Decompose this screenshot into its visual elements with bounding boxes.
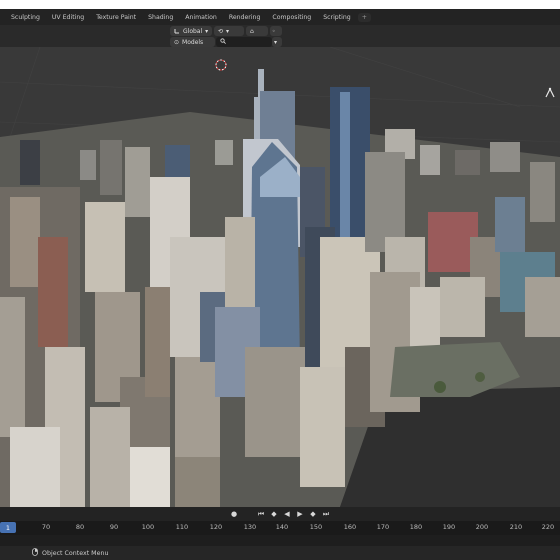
- tab-shading[interactable]: Shading: [143, 12, 178, 23]
- 3d-cursor: [215, 59, 227, 71]
- frame-tick: 210: [509, 523, 523, 531]
- frame-ruler[interactable]: 60 70 80 90 100 110 120 130 140 150 160 …: [0, 521, 560, 535]
- jump-to-keyframe-next-button[interactable]: ◆: [308, 510, 318, 519]
- tab-scripting[interactable]: Scripting: [318, 12, 356, 23]
- pivot-icon: ⟲: [218, 27, 224, 35]
- frame-tick: 130: [243, 523, 257, 531]
- frame-tick: 80: [75, 523, 85, 531]
- mouse-right-icon: [32, 548, 38, 558]
- collection-label: Models: [182, 38, 204, 46]
- filter-dropdown[interactable]: ▾: [272, 37, 282, 47]
- tab-rendering[interactable]: Rendering: [224, 12, 266, 23]
- tab-sculpting[interactable]: Sculpting: [6, 12, 45, 23]
- window-top-strip: [0, 0, 560, 9]
- tab-animation[interactable]: Animation: [180, 12, 222, 23]
- current-frame-indicator[interactable]: 1: [0, 522, 16, 533]
- orientation-icon: [174, 28, 180, 34]
- chevron-down-icon: ▾: [205, 27, 209, 35]
- search-icon: [220, 38, 226, 46]
- add-workspace-button[interactable]: +: [357, 12, 371, 22]
- frame-tick: 170: [376, 523, 390, 531]
- tab-uv-editing[interactable]: UV Editing: [47, 12, 89, 23]
- jump-to-end-button[interactable]: ⏭: [321, 510, 331, 519]
- tab-compositing[interactable]: Compositing: [267, 12, 316, 23]
- frame-tick: 150: [309, 523, 323, 531]
- 3d-viewport[interactable]: [0, 47, 560, 507]
- pivot-point-dropdown[interactable]: ⟲ ▾: [214, 26, 244, 36]
- city-model-render: [0, 47, 560, 507]
- frame-tick: 220: [541, 523, 555, 531]
- snap-toggle[interactable]: ⌂: [246, 26, 268, 36]
- frame-tick: 200: [475, 523, 489, 531]
- view-gizmo-icon[interactable]: [544, 87, 556, 99]
- frame-tick: 90: [109, 523, 119, 531]
- search-field[interactable]: [216, 37, 272, 47]
- frame-tick: 110: [175, 523, 189, 531]
- viewport-header: Global ▾ ⟲ ▾ ⌂ ◦ ⊙ Models ▾: [0, 25, 560, 47]
- frame-tick: 190: [442, 523, 456, 531]
- frame-tick: 160: [343, 523, 357, 531]
- status-label: Object Context Menu: [42, 549, 109, 557]
- chevron-down-icon: ▾: [274, 38, 278, 46]
- proportional-edit-toggle[interactable]: ◦: [270, 26, 282, 36]
- jump-to-keyframe-prev-button[interactable]: ◆: [269, 510, 279, 519]
- collection-icon: ⊙: [174, 38, 180, 46]
- frame-tick: 180: [409, 523, 423, 531]
- play-button[interactable]: ▶: [295, 510, 305, 519]
- keyframe-dot-icon[interactable]: ●: [229, 510, 239, 519]
- play-reverse-button[interactable]: ◀: [282, 510, 292, 519]
- frame-tick: 100: [141, 523, 155, 531]
- frame-tick: 140: [275, 523, 289, 531]
- jump-to-start-button[interactable]: ⏮: [256, 510, 266, 519]
- chevron-down-icon: ▾: [226, 27, 230, 35]
- status-bar: Object Context Menu: [0, 546, 560, 560]
- playback-controls: ● ⏮ ◆ ◀ ▶ ◆ ⏭: [0, 507, 560, 521]
- transform-orientation-dropdown[interactable]: Global ▾: [170, 26, 213, 36]
- workspace-tab-bar: Sculpting UV Editing Texture Paint Shadi…: [0, 9, 560, 25]
- collection-selector[interactable]: ⊙ Models: [170, 37, 215, 47]
- tab-texture-paint[interactable]: Texture Paint: [91, 12, 141, 23]
- frame-tick: 70: [41, 523, 51, 531]
- proportional-icon: ◦: [272, 27, 276, 35]
- magnet-icon: ⌂: [250, 27, 254, 35]
- orientation-label: Global: [183, 27, 203, 35]
- frame-tick: 120: [209, 523, 223, 531]
